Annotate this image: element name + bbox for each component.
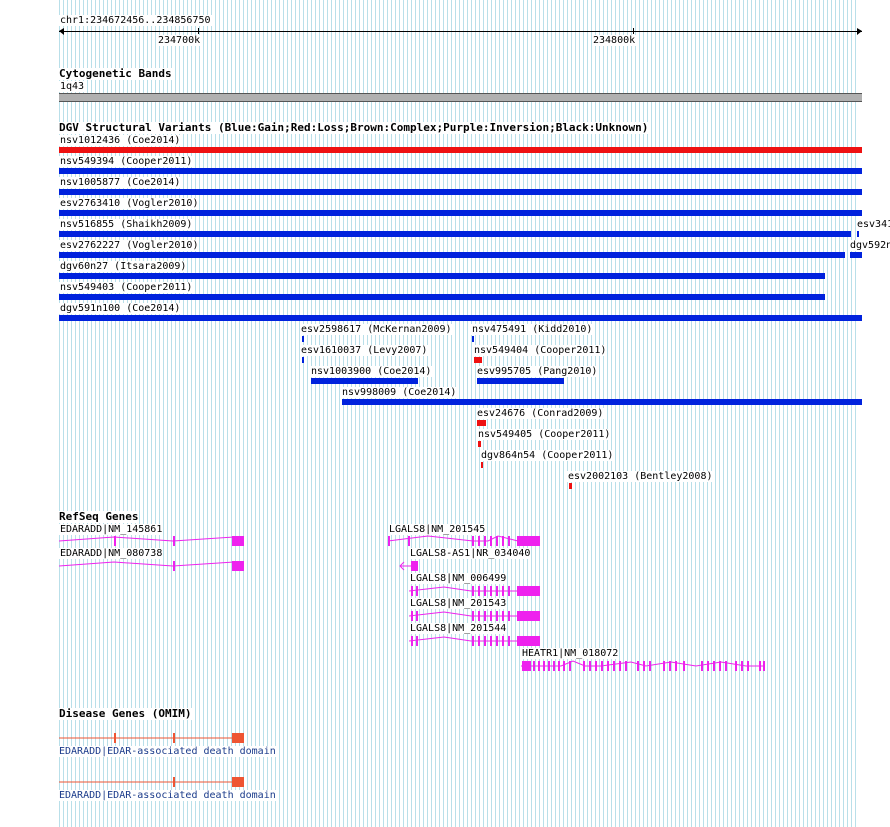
variant-bar[interactable]: [59, 168, 862, 174]
variant-label: nsv549405 (Cooper2011): [477, 429, 612, 440]
refseq-track-title: RefSeq Genes: [58, 510, 140, 523]
variant-label: esv24676 (Conrad2009): [476, 408, 605, 419]
variant-label: nsv998009 (Coe2014): [341, 387, 458, 398]
ruler-right-arrow-icon: [857, 28, 862, 35]
ruler-line: [59, 31, 862, 32]
ruler-tick-label: 234800k: [592, 35, 637, 46]
gene-model-lgals8-006499[interactable]: [409, 584, 544, 598]
cyto-track-title: Cytogenetic Bands: [58, 67, 173, 80]
gene-label: EDARADD|NM_080738: [59, 548, 164, 559]
variant-label: nsv549404 (Cooper2011): [473, 345, 608, 356]
variant-bar[interactable]: [850, 252, 862, 258]
gene-model-edaradd-2[interactable]: [59, 559, 249, 573]
variant-bar[interactable]: [311, 378, 418, 384]
omim-gene-model-2[interactable]: [59, 775, 249, 789]
gene-model-lgals8-as1[interactable]: [398, 559, 422, 573]
dgv-track-title: DGV Structural Variants (Blue:Gain;Red:L…: [58, 121, 650, 134]
variant-bar[interactable]: [474, 357, 482, 363]
variant-bar[interactable]: [478, 441, 481, 447]
variant-label: dgv591n100 (Coe2014): [59, 303, 182, 314]
variant-label: esv2598617 (McKernan2009): [300, 324, 453, 335]
gene-label: LGALS8|NM_201543: [409, 598, 508, 609]
variant-label-truncated: esv341: [856, 219, 890, 230]
variant-bar[interactable]: [477, 378, 564, 384]
variant-label: esv995705 (Pang2010): [476, 366, 599, 377]
gene-label: LGALS8|NM_201544: [409, 623, 508, 634]
variant-label-truncated: dgv592n: [849, 240, 890, 251]
variant-label: nsv549403 (Cooper2011): [59, 282, 194, 293]
ruler-tick: [633, 28, 634, 34]
ruler-tick: [198, 28, 199, 34]
omim-gene-model-1[interactable]: [59, 731, 249, 745]
cyto-band-label: 1q43: [59, 81, 86, 92]
variant-bar[interactable]: [302, 357, 304, 363]
variant-label: esv2762227 (Vogler2010): [59, 240, 200, 251]
variant-label: dgv60n27 (Itsara2009): [59, 261, 188, 272]
ruler-left-arrow-icon: [59, 28, 64, 35]
variant-label: esv2002103 (Bentley2008): [567, 471, 714, 482]
variant-bar[interactable]: [59, 147, 862, 153]
gene-model-lgals8-201544[interactable]: [409, 634, 544, 648]
variant-bar[interactable]: [59, 210, 862, 216]
variant-bar[interactable]: [302, 336, 304, 342]
variant-bar[interactable]: [857, 231, 859, 237]
location-label: chr1:234672456..234856750: [59, 15, 212, 26]
variant-label: dgv864n54 (Cooper2011): [480, 450, 615, 461]
omim-gene-label[interactable]: EDARADD|EDAR-associated death domain: [58, 746, 277, 757]
variant-label: esv1610037 (Levy2007): [300, 345, 429, 356]
variant-bar[interactable]: [59, 231, 851, 237]
gene-label: HEATR1|NM_018072: [521, 648, 620, 659]
variant-bar[interactable]: [59, 189, 862, 195]
variant-label: nsv1012436 (Coe2014): [59, 135, 182, 146]
cyto-band-bar[interactable]: [59, 93, 862, 102]
variant-label: esv2763410 (Vogler2010): [59, 198, 200, 209]
grid-edge: [858, 0, 862, 827]
gene-model-edaradd-1[interactable]: [59, 534, 249, 548]
variant-bar[interactable]: [477, 420, 486, 426]
omim-gene-label[interactable]: EDARADD|EDAR-associated death domain: [58, 790, 277, 801]
variant-label: nsv1005877 (Coe2014): [59, 177, 182, 188]
gene-label: LGALS8|NM_006499: [409, 573, 508, 584]
variant-bar[interactable]: [472, 336, 474, 342]
variant-bar[interactable]: [342, 399, 862, 405]
variant-bar[interactable]: [59, 273, 825, 279]
variant-bar[interactable]: [481, 462, 483, 468]
gene-label: LGALS8-AS1|NR_034040: [409, 548, 532, 559]
gene-model-lgals8-201545[interactable]: [388, 534, 543, 548]
variant-label: nsv549394 (Cooper2011): [59, 156, 194, 167]
variant-bar[interactable]: [59, 252, 845, 258]
variant-bar[interactable]: [59, 315, 862, 321]
ruler-tick-label: 234700k: [157, 35, 202, 46]
variant-label: nsv516855 (Shaikh2009): [59, 219, 194, 230]
gene-model-heatr1[interactable]: [521, 659, 769, 673]
variant-bar[interactable]: [59, 294, 825, 300]
variant-label: nsv475491 (Kidd2010): [471, 324, 594, 335]
omim-track-title: Disease Genes (OMIM): [58, 707, 193, 720]
gene-model-lgals8-201543[interactable]: [409, 609, 544, 623]
variant-label: nsv1003900 (Coe2014): [310, 366, 433, 377]
variant-bar[interactable]: [569, 483, 572, 489]
